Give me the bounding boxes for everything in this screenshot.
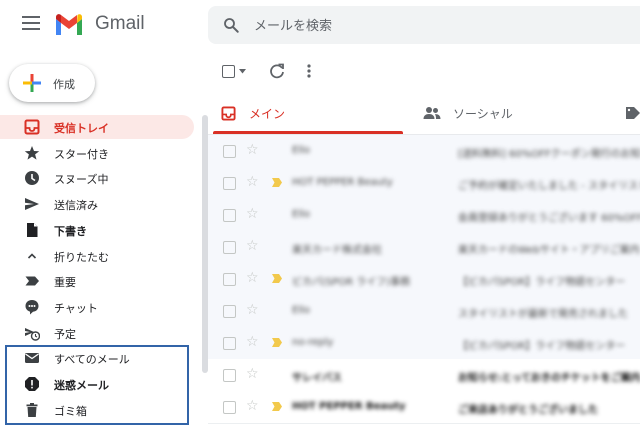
star-icon[interactable]: ☆ xyxy=(246,334,259,350)
star-icon[interactable]: ☆ xyxy=(246,142,259,158)
star-icon[interactable]: ☆ xyxy=(246,366,259,382)
tab-primary[interactable]: メイン xyxy=(213,95,403,133)
email-subject: ご予約が確定いたしました - スタイリスト xyxy=(458,181,640,192)
email-sender: ビカパ(SPOR ライフ)事務 xyxy=(292,277,411,288)
email-subject: 【ビカパSPOR】ライフ物語センター xyxy=(458,341,626,352)
people-icon xyxy=(423,107,441,119)
email-sender: no-reply xyxy=(292,337,334,348)
email-subject: 楽天カードのWebサイト・アプリご案内 xyxy=(458,245,640,256)
draft-icon xyxy=(27,223,38,237)
sidebar-item-label: 送信済み xyxy=(54,199,98,212)
compose-button[interactable]: 作成 xyxy=(9,64,95,102)
chat-icon xyxy=(25,300,39,315)
important-marker-icon[interactable] xyxy=(272,274,282,283)
star-icon[interactable]: ☆ xyxy=(246,174,259,190)
email-row[interactable]: ☆ HOT PEPPER Beauty ご来店ありがとうございました xyxy=(208,391,640,424)
search-bar[interactable] xyxy=(208,6,640,44)
sidebar-item-drafts[interactable]: 下書き xyxy=(0,218,194,242)
chevron-up-icon xyxy=(27,253,37,259)
inbox-tab-icon xyxy=(221,106,236,121)
sidebar-item-label: 予定 xyxy=(54,328,76,341)
important-marker-icon[interactable] xyxy=(272,402,282,411)
plus-icon xyxy=(23,74,41,92)
more-vert-icon[interactable] xyxy=(300,62,318,80)
row-checkbox[interactable] xyxy=(223,241,236,254)
star-icon xyxy=(24,146,40,160)
sidebar-item-collapse[interactable]: 折りたたむ xyxy=(0,244,194,268)
important-icon xyxy=(25,276,39,286)
sidebar-item-label: スター付き xyxy=(54,148,109,161)
main-menu-button[interactable] xyxy=(22,16,40,30)
row-checkbox[interactable] xyxy=(223,145,236,158)
gmail-logo-icon[interactable] xyxy=(54,13,84,35)
row-checkbox[interactable] xyxy=(223,177,236,190)
email-row[interactable]: ☆ 楽天カード株式会社 楽天カードのWebサイト・アプリご案内 xyxy=(208,231,640,264)
row-checkbox[interactable] xyxy=(223,209,236,222)
tab-label: ソーシャル xyxy=(453,107,513,121)
sidebar-item-label: 受信トレイ xyxy=(54,122,109,135)
star-icon[interactable]: ☆ xyxy=(246,206,259,222)
email-sender: Ello xyxy=(292,305,310,316)
search-icon[interactable] xyxy=(222,16,240,34)
email-sender: Ello xyxy=(292,145,310,156)
email-sender: HOT PEPPER Beauty xyxy=(292,177,393,188)
tab-label: メイン xyxy=(249,107,286,121)
compose-label: 作成 xyxy=(53,78,75,91)
star-icon[interactable]: ☆ xyxy=(246,270,259,286)
star-icon[interactable]: ☆ xyxy=(246,238,259,254)
sidebar-item-label: スヌーズ中 xyxy=(54,173,109,186)
important-marker-icon[interactable] xyxy=(272,338,282,347)
sidebar-item-label: 折りたたむ xyxy=(54,251,109,264)
email-row[interactable]: ☆ HOT PEPPER Beauty ご予約が確定いたしました - スタイリス… xyxy=(208,167,640,200)
sidebar-item-inbox[interactable]: 受信トレイ xyxy=(0,115,194,139)
row-checkbox[interactable] xyxy=(223,369,236,382)
sidebar-item-starred[interactable]: スター付き xyxy=(0,141,194,165)
email-row[interactable]: ☆ Ello [送料無料] 60%OFFクーポン発行のお知らせ xyxy=(208,135,640,168)
email-sender: HOT PEPPER Beauty xyxy=(292,401,406,412)
email-sender: Ello xyxy=(292,209,310,220)
email-row[interactable]: ☆ Ello スタイリストが最新で発売されました xyxy=(208,295,640,328)
sidebar-item-snoozed[interactable]: スヌーズ中 xyxy=(0,166,194,190)
email-row[interactable]: ☆ サレイバス お知らせ:とっておきのチケットをご案内 xyxy=(208,359,640,392)
select-all-checkbox[interactable] xyxy=(220,63,250,81)
sidebar-item-chat[interactable]: チャット xyxy=(0,295,194,319)
sidebar-item-scheduled[interactable]: 予定 xyxy=(0,321,194,345)
email-sender: サレイバス xyxy=(292,373,342,384)
sidebar-item-label: 下書き xyxy=(54,225,87,238)
sidebar-item-sent[interactable]: 送信済み xyxy=(0,192,194,216)
app-name: Gmail xyxy=(95,13,145,34)
sidebar-item-label: 重要 xyxy=(54,276,76,289)
email-subject: 【ビカパSPOR】ライフ物語センター xyxy=(458,277,626,288)
email-row[interactable]: ☆ no-reply 【ビカパSPOR】ライフ物語センター xyxy=(208,327,640,360)
email-sender: 楽天カード株式会社 xyxy=(292,245,382,256)
email-row[interactable]: ☆ Ello 会員登録ありがとうございます 60%OFF xyxy=(208,199,640,232)
refresh-icon[interactable] xyxy=(268,62,286,80)
star-icon[interactable]: ☆ xyxy=(246,398,259,414)
send-icon xyxy=(25,198,39,210)
email-subject: 会員登録ありがとうございます 60%OFF xyxy=(458,213,640,224)
tab-social[interactable]: ソーシャル xyxy=(415,95,640,133)
important-marker-icon[interactable] xyxy=(272,178,282,187)
email-subject: お知らせ:とっておきのチケットをご案内 xyxy=(458,373,640,384)
inbox-icon xyxy=(24,119,40,135)
tag-icon xyxy=(626,107,640,119)
row-checkbox[interactable] xyxy=(223,273,236,286)
highlight-box xyxy=(5,345,189,425)
email-subject: ご来店ありがとうございました xyxy=(458,405,598,416)
row-checkbox[interactable] xyxy=(223,305,236,318)
clock-icon xyxy=(25,171,39,185)
row-checkbox[interactable] xyxy=(223,401,236,414)
caret-down-icon[interactable] xyxy=(239,69,246,74)
email-subject: スタイリストが最新で発売されました xyxy=(458,309,628,320)
sidebar-item-important[interactable]: 重要 xyxy=(0,269,194,293)
row-checkbox[interactable] xyxy=(223,337,236,350)
scheduled-icon xyxy=(25,328,40,341)
search-input[interactable] xyxy=(252,12,636,40)
email-subject: [送料無料] 60%OFFクーポン発行のお知らせ xyxy=(458,149,640,160)
email-row[interactable]: ☆ ビカパ(SPOR ライフ)事務 【ビカパSPOR】ライフ物語センター xyxy=(208,263,640,296)
sidebar-item-label: チャット xyxy=(54,302,98,315)
star-icon[interactable]: ☆ xyxy=(246,302,259,318)
